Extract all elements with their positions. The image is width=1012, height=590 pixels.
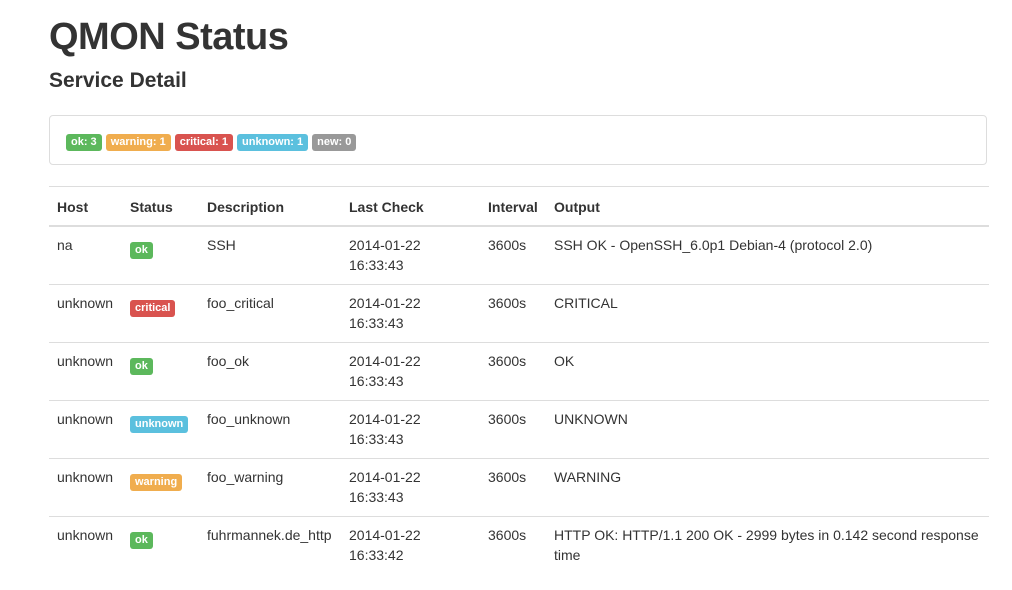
output-cell: UNKNOWN (546, 400, 989, 459)
column-header-status: Status (122, 186, 199, 227)
last-check-date: 2014-01-22 (349, 469, 421, 485)
description-cell: foo_unknown (199, 400, 341, 459)
status-badge: ok (130, 358, 153, 375)
interval-cell: 3600s (480, 284, 546, 343)
column-header-description: Description (199, 186, 341, 227)
status-cell: warning (122, 458, 199, 517)
last-check-cell: 2014-01-22 16:33:43 (341, 400, 480, 459)
host-cell: na (57, 237, 73, 253)
interval-cell: 3600s (480, 458, 546, 517)
interval-cell: 3600s (480, 516, 546, 574)
status-cell: ok (122, 342, 199, 401)
last-check-cell: 2014-01-22 16:33:43 (341, 458, 480, 517)
header-row: Host Status Description Last Check Inter… (49, 186, 989, 227)
status-badge: ok (130, 532, 153, 549)
last-check-date: 2014-01-22 (349, 295, 421, 311)
last-check-cell: 2014-01-22 16:33:43 (341, 342, 480, 401)
last-check-cell: 2014-01-22 16:33:43 (341, 284, 480, 343)
service-table-header: Host Status Description Last Check Inter… (49, 186, 989, 227)
last-check-date: 2014-01-22 (349, 353, 421, 369)
column-header-interval: Interval (480, 186, 546, 227)
last-check-time: 16:33:43 (349, 257, 404, 273)
summary-badge-critical: critical: 1 (174, 134, 234, 151)
status-badge: critical (130, 300, 176, 317)
column-header-last-check: Last Check (341, 186, 480, 227)
summary-badge-new: new: 0 (312, 134, 357, 151)
output-cell: CRITICAL (546, 284, 989, 343)
description-cell: foo_warning (199, 458, 341, 517)
last-check-time: 16:33:43 (349, 431, 404, 447)
host-cell: unknown (49, 458, 122, 517)
table-row: unknown warning foo_warning 2014-01-22 16… (49, 458, 989, 517)
table-row: na ok SSH 2014-01-22 16:33:43 3600s SSH O… (49, 226, 989, 285)
interval-cell: 3600s (480, 400, 546, 459)
service-table: Host Status Description Last Check Inter… (49, 186, 989, 574)
last-check-time: 16:33:42 (349, 547, 404, 563)
host-cell: unknown (49, 342, 122, 401)
status-summary-badges: ok: 3 warning: 1 critical: 1 unknown: 1 … (66, 134, 357, 151)
table-row: unknown critical foo_critical 2014-01-22… (49, 284, 989, 343)
last-check-cell: 2014-01-22 16:33:42 (341, 516, 480, 574)
output-cell: SSH OK - OpenSSH_6.0p1 Debian-4 (protoco… (554, 237, 873, 253)
status-badge: ok (130, 242, 153, 259)
summary-badge-warning: warning: 1 (105, 134, 171, 151)
last-check-time: 16:33:43 (349, 315, 404, 331)
description-cell: SSH (207, 237, 236, 253)
status-badge: unknown (130, 416, 189, 433)
summary-badge-unknown: unknown: 1 (237, 134, 309, 151)
service-table-body: na ok SSH 2014-01-22 16:33:43 3600s SSH O… (49, 226, 989, 574)
last-check-date: 2014-01-22 (349, 411, 421, 427)
status-summary-panel: ok: 3 warning: 1 critical: 1 unknown: 1 … (49, 115, 987, 165)
interval-cell: 3600s (480, 342, 546, 401)
last-check-cell: 2014-01-22 16:33:43 (341, 226, 480, 285)
page-title: QMON Status (49, 16, 289, 58)
table-row: unknown unknown foo_unknown 2014-01-22 16… (49, 400, 989, 459)
status-cell: critical (122, 284, 199, 343)
description-cell: fuhrmannek.de_http (199, 516, 341, 574)
output-cell: HTTP OK: HTTP/1.1 200 OK - 2999 bytes in… (546, 516, 989, 574)
last-check-time: 16:33:43 (349, 373, 404, 389)
description-cell: foo_ok (199, 342, 341, 401)
status-cell: unknown (122, 400, 199, 459)
host-cell: unknown (49, 400, 122, 459)
status-cell: ok (122, 226, 199, 285)
last-check-time: 16:33:43 (349, 489, 404, 505)
summary-badge-ok: ok: 3 (66, 134, 102, 151)
table-row: unknown ok fuhrmannek.de_http 2014-01-22… (49, 516, 989, 574)
host-cell: unknown (49, 516, 122, 574)
column-header-output: Output (546, 186, 989, 227)
page-subtitle: Service Detail (49, 69, 187, 92)
output-cell: WARNING (546, 458, 989, 517)
host-cell: unknown (49, 284, 122, 343)
status-badge: warning (130, 474, 183, 491)
interval-cell: 3600s (488, 237, 527, 253)
last-check-date: 2014-01-22 (349, 527, 421, 543)
table-row: unknown ok foo_ok 2014-01-22 16:33:43 360… (49, 342, 989, 401)
status-cell: ok (122, 516, 199, 574)
description-cell: foo_critical (199, 284, 341, 343)
output-cell: OK (546, 342, 989, 401)
column-header-host: Host (49, 186, 122, 227)
last-check-date: 2014-01-22 (349, 237, 421, 253)
